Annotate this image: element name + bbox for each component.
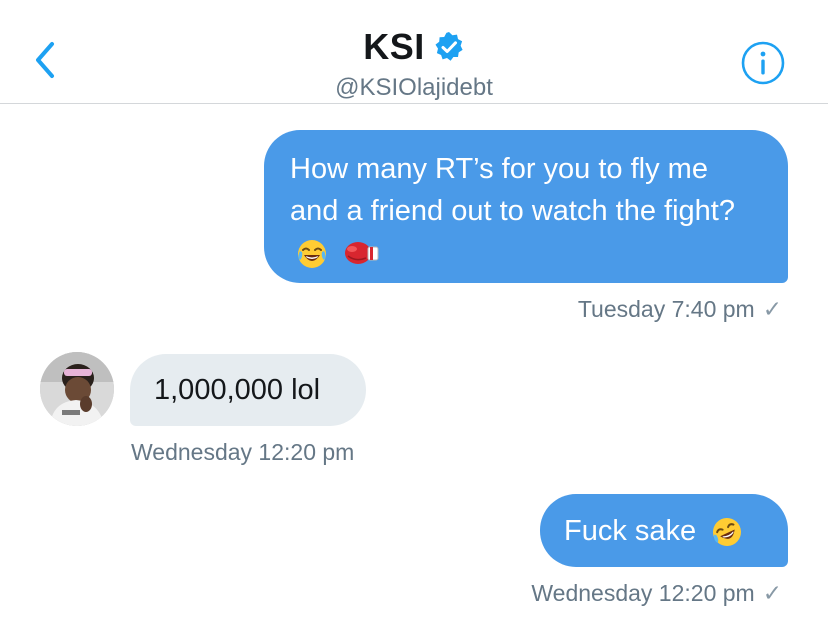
- avatar[interactable]: [40, 352, 114, 426]
- conversation-header: KSI @KSIOlajidebt: [0, 0, 828, 104]
- outgoing-message-bubble[interactable]: How many RT’s for you to fly me and a fr…: [264, 130, 788, 283]
- message-text: 1,000,000 lol: [154, 374, 321, 406]
- outgoing-message-bubble[interactable]: Fuck sake: [540, 494, 788, 567]
- rolling-on-the-floor-laughing-icon: [713, 518, 742, 547]
- message-text: Fuck sake: [564, 515, 697, 547]
- message-timestamp: Wednesday 12:20 pm: [131, 439, 355, 465]
- info-button[interactable]: [740, 40, 786, 86]
- avatar-image: [40, 352, 114, 426]
- contact-header[interactable]: KSI @KSIOlajidebt: [0, 26, 828, 102]
- verified-badge-icon: [435, 32, 463, 61]
- read-checkmark-icon: ✓: [762, 580, 782, 606]
- message-timestamp: Tuesday 7:40 pm ✓: [577, 296, 782, 322]
- contact-name: KSI: [363, 26, 425, 67]
- incoming-message-bubble[interactable]: 1,000,000 lol: [130, 354, 366, 426]
- message-timestamp: Wednesday 12:20 pm ✓: [531, 580, 782, 606]
- contact-handle: @KSIOlajidebt: [335, 74, 493, 101]
- read-checkmark-icon: ✓: [762, 296, 782, 322]
- face-with-tears-of-joy-icon: [298, 240, 326, 269]
- info-icon: [741, 41, 785, 85]
- boxing-glove-icon: [345, 242, 379, 265]
- message-text: How many RT’s for you to fly me and a fr…: [290, 153, 735, 227]
